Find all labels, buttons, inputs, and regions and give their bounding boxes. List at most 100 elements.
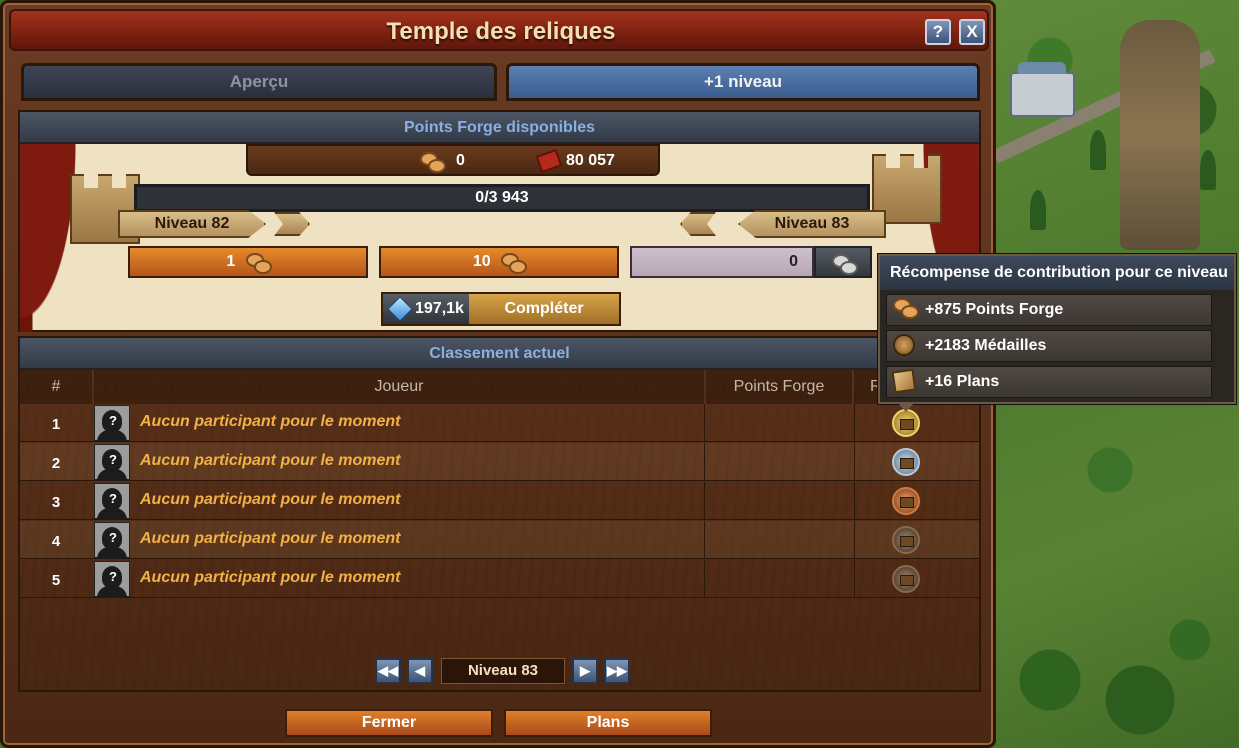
row-rank: 4 [51, 533, 61, 550]
ranking-row: 2 ? Aucun participant pour le moment [20, 443, 979, 481]
row-rank: 3 [51, 494, 61, 511]
column-player: Joueur [94, 370, 704, 404]
forge-points-icon [420, 152, 446, 173]
ranking-row: 3 ? Aucun participant pour le moment [20, 482, 979, 520]
row-rank: 5 [51, 572, 61, 589]
close-icon[interactable]: X [959, 19, 985, 45]
goods-count: 80 057 [566, 152, 615, 169]
ranking-header: Classement actuel [20, 338, 979, 370]
reward-tooltip: Récompense de contribution pour ce nivea… [878, 254, 1236, 404]
reward-row: +16 Plans [886, 366, 1212, 398]
forge-points-icon [893, 298, 919, 322]
forge-points-icon [245, 252, 272, 274]
contribute-1-label: 1 [226, 253, 236, 270]
first-page-button[interactable]: ◀◀ [375, 658, 401, 684]
reward-text: +875 Points Forge [925, 301, 1064, 318]
gold-chest-icon[interactable] [892, 409, 920, 437]
complete-button[interactable]: Compléter [469, 294, 619, 324]
level-progress-bar: 0/3 943 [134, 184, 870, 212]
avatar: ? [94, 405, 130, 442]
divider [704, 443, 705, 481]
medal-icon [893, 334, 917, 358]
avatar-placeholder: ? [109, 569, 117, 584]
row-rank: 2 [51, 455, 61, 472]
bronze-chest-icon[interactable] [892, 487, 920, 515]
forge-points-icon [501, 252, 528, 274]
divider [854, 443, 855, 481]
next-level-label: Niveau 83 [738, 210, 886, 238]
arrow-left-decoration [680, 212, 716, 236]
city-statue [1120, 20, 1200, 250]
tab-next-level[interactable]: +1 niveau [506, 63, 980, 101]
silver-chest-icon[interactable] [892, 448, 920, 476]
row-player: Aucun participant pour le moment [140, 569, 401, 586]
city-building [1010, 62, 1075, 117]
reward-text: +2183 Médailles [925, 337, 1047, 354]
column-forge-points: Points Forge [706, 370, 852, 404]
resource-strip: 0 80 057 [246, 144, 660, 176]
diamond-cost: 197,1k [383, 294, 469, 324]
row-player: Aucun participant pour le moment [140, 491, 401, 508]
tab-overview[interactable]: Aperçu [21, 63, 497, 101]
reward-text: +16 Plans [925, 373, 1000, 390]
next-page-button[interactable]: ▶ [572, 658, 598, 684]
page-level-label: Niveau 83 [441, 658, 565, 684]
avatar: ? [94, 444, 130, 481]
contribute-10-label: 10 [472, 253, 491, 270]
window-title: Temple des reliques [386, 18, 616, 45]
temple-window: Temple des reliques ? X Aperçu +1 niveau… [0, 0, 996, 748]
contribute-1-button[interactable]: 1 [128, 246, 368, 278]
wooden-chest-icon[interactable] [892, 526, 920, 554]
wooden-chest-icon[interactable] [892, 565, 920, 593]
reward-row: +875 Points Forge [886, 294, 1212, 326]
tooltip-title: Récompense de contribution pour ce nivea… [880, 256, 1234, 290]
avatar-placeholder: ? [109, 413, 117, 428]
prev-page-button[interactable]: ◀ [407, 658, 433, 684]
forge-points-icon [832, 254, 858, 275]
divider [854, 521, 855, 559]
avatar-placeholder: ? [109, 452, 117, 467]
row-player: Aucun participant pour le moment [140, 413, 401, 430]
last-page-button[interactable]: ▶▶ [604, 658, 630, 684]
avatar-placeholder: ? [109, 491, 117, 506]
forge-points-panel: Points Forge disponibles 0 80 057 0/3 94… [18, 110, 981, 332]
contribute-10-button[interactable]: 10 [379, 246, 619, 278]
forge-points-header: Points Forge disponibles [20, 112, 979, 144]
divider [704, 560, 705, 598]
ranking-row: 1 ? Aucun participant pour le moment [20, 404, 979, 442]
avatar-placeholder: ? [109, 530, 117, 545]
city-tree [1090, 130, 1106, 170]
plans-button[interactable]: Plans [504, 709, 712, 737]
title-bar: Temple des reliques ? X [9, 9, 989, 51]
city-tree [1200, 150, 1216, 190]
contribute-custom-button[interactable] [814, 246, 872, 278]
ranking-row: 5 ? Aucun participant pour le moment [20, 560, 979, 598]
avatar: ? [94, 483, 130, 520]
divider [854, 560, 855, 598]
current-level-label: Niveau 82 [118, 210, 266, 238]
ranking-row: 4 ? Aucun participant pour le moment [20, 521, 979, 559]
goods-icon [535, 148, 563, 174]
close-button[interactable]: Fermer [285, 709, 493, 737]
ranking-panel: Classement actuel # Joueur Points Forge … [18, 336, 981, 692]
row-player: Aucun participant pour le moment [140, 452, 401, 469]
help-button[interactable]: ? [925, 19, 951, 45]
diamond-icon [387, 296, 413, 322]
city-tree [1030, 190, 1046, 230]
row-player: Aucun participant pour le moment [140, 530, 401, 547]
divider [704, 404, 705, 442]
divider [854, 482, 855, 520]
complete-level-control[interactable]: 197,1k Compléter [381, 292, 621, 326]
column-rank: # [20, 370, 92, 404]
blueprint-icon [891, 368, 917, 394]
tooltip-pointer [897, 402, 915, 412]
diamond-cost-value: 197,1k [415, 300, 464, 317]
divider [704, 482, 705, 520]
avatar: ? [94, 561, 130, 598]
divider [704, 521, 705, 559]
custom-amount-input[interactable]: 0 [630, 246, 814, 278]
available-forge-points: 0 [456, 152, 465, 169]
row-rank: 1 [51, 416, 61, 433]
divider [854, 404, 855, 442]
avatar: ? [94, 522, 130, 559]
